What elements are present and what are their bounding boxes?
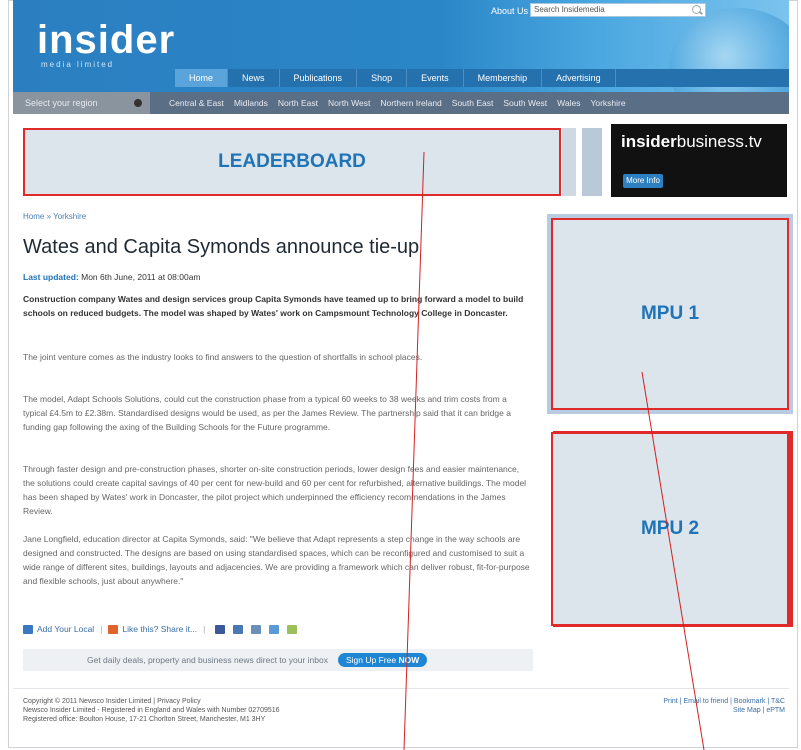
article-title: Wates and Capita Symonds announce tie-up bbox=[23, 236, 420, 258]
newsletter-bar: Get daily deals, property and business n… bbox=[23, 649, 533, 671]
footer-copyright: Copyright © 2011 Newsco Insider Limited … bbox=[23, 698, 201, 705]
region-select[interactable]: Select your region bbox=[13, 92, 150, 114]
sign-up-now: NOW bbox=[398, 655, 420, 665]
search-input[interactable]: Search Insidemedia bbox=[530, 3, 706, 17]
last-updated: Last updated: Mon 6th June, 2011 at 08:0… bbox=[23, 272, 201, 282]
share-link[interactable]: Like this? Share it... bbox=[122, 624, 197, 634]
region-yorkshire[interactable]: Yorkshire bbox=[585, 98, 630, 108]
region-north-east[interactable]: North East bbox=[273, 98, 323, 108]
ad-strip bbox=[562, 128, 576, 196]
mpu-1-ad[interactable]: MPU 1 bbox=[551, 218, 789, 410]
region-central-east[interactable]: Central & East bbox=[164, 98, 229, 108]
stumbleupon-icon[interactable] bbox=[287, 624, 298, 634]
article-paragraph: Jane Longfield, education director at Ca… bbox=[23, 534, 530, 586]
footer-links: Print | Email to friend | Bookmark | T&C… bbox=[663, 697, 785, 715]
breadcrumb[interactable]: Home » Yorkshire bbox=[23, 212, 86, 221]
footer-legal: Copyright © 2011 Newsco Insider Limited … bbox=[23, 697, 280, 724]
article-lead: Construction company Wates and design se… bbox=[23, 294, 524, 318]
region-select-label: Select your region bbox=[25, 98, 98, 108]
region-north-west[interactable]: North West bbox=[323, 98, 375, 108]
region-wales[interactable]: Wales bbox=[552, 98, 585, 108]
nav-advertising[interactable]: Advertising bbox=[542, 69, 616, 87]
add-local-icon bbox=[23, 624, 33, 634]
nav-home[interactable]: Home bbox=[175, 69, 229, 87]
ibtv-title-light: business.tv bbox=[676, 132, 762, 151]
footer-links-secondary[interactable]: Site Map | ePTM bbox=[663, 706, 785, 715]
search-placeholder: Search Insidemedia bbox=[534, 5, 605, 14]
share-icon bbox=[108, 624, 119, 634]
nav-membership[interactable]: Membership bbox=[464, 69, 543, 87]
ibtv-title-bold: insider bbox=[621, 132, 677, 151]
last-updated-label: Last updated: bbox=[23, 272, 79, 282]
sign-up-label: Sign Up Free bbox=[345, 655, 397, 665]
region-south-west[interactable]: South West bbox=[498, 98, 552, 108]
nav-events[interactable]: Events bbox=[407, 69, 464, 87]
region-bar: Select your region Central & East Midlan… bbox=[13, 92, 789, 114]
nav-publications[interactable]: Publications bbox=[280, 69, 358, 87]
region-northern-ireland[interactable]: Northern Ireland bbox=[375, 98, 446, 108]
nav-news[interactable]: News bbox=[228, 69, 280, 87]
dropdown-icon bbox=[134, 99, 142, 107]
insiderbusiness-tv-ad[interactable]: insiderbusiness.tv More Info bbox=[611, 124, 787, 197]
nav-shop[interactable]: Shop bbox=[357, 69, 408, 87]
divider: | bbox=[100, 624, 103, 634]
sign-up-button[interactable]: Sign Up Free NOW bbox=[337, 653, 428, 667]
main-nav: Home News Publications Shop Events Membe… bbox=[175, 69, 789, 87]
article-paragraph: Through faster design and pre-constructi… bbox=[23, 464, 527, 516]
divider: | bbox=[203, 624, 206, 634]
more-info-button[interactable]: More Info bbox=[623, 174, 663, 188]
site-logo[interactable]: insider bbox=[37, 18, 175, 63]
about-us-link[interactable]: About Us bbox=[491, 6, 528, 16]
site-footer: Copyright © 2011 Newsco Insider Limited … bbox=[13, 688, 789, 749]
footer-links-primary[interactable]: Print | Email to friend | Bookmark | T&C bbox=[663, 697, 785, 706]
ad-strip bbox=[582, 128, 602, 196]
ibtv-title: insiderbusiness.tv bbox=[621, 132, 762, 152]
add-your-local-link[interactable]: Add Your Local bbox=[37, 624, 94, 634]
region-midlands[interactable]: Midlands bbox=[229, 98, 273, 108]
footer-office: Registered office: Boulton House, 17-21 … bbox=[23, 716, 266, 723]
email-icon[interactable] bbox=[233, 624, 244, 634]
share-bar: Add Your Local | Like this? Share it... … bbox=[23, 624, 301, 634]
region-south-east[interactable]: South East bbox=[447, 98, 499, 108]
article-paragraph: The model, Adapt Schools Solutions, coul… bbox=[23, 394, 511, 432]
facebook-icon[interactable] bbox=[215, 624, 226, 634]
site-header: insider media limited About Us Search In… bbox=[13, 0, 789, 92]
footer-registered: Newsco Insider Limited - Registered in E… bbox=[23, 707, 280, 714]
site-logo-subtitle: media limited bbox=[41, 60, 115, 69]
last-updated-value: Mon 6th June, 2011 at 08:00am bbox=[81, 272, 201, 282]
mpu-2-ad[interactable]: MPU 2 bbox=[551, 432, 789, 626]
newsletter-text: Get daily deals, property and business n… bbox=[87, 655, 328, 665]
digg-icon[interactable] bbox=[269, 624, 280, 634]
article-paragraph: The joint venture comes as the industry … bbox=[23, 352, 423, 362]
search-icon[interactable] bbox=[692, 5, 701, 14]
delicious-icon[interactable] bbox=[251, 624, 262, 634]
leaderboard-ad[interactable]: LEADERBOARD bbox=[23, 128, 561, 196]
